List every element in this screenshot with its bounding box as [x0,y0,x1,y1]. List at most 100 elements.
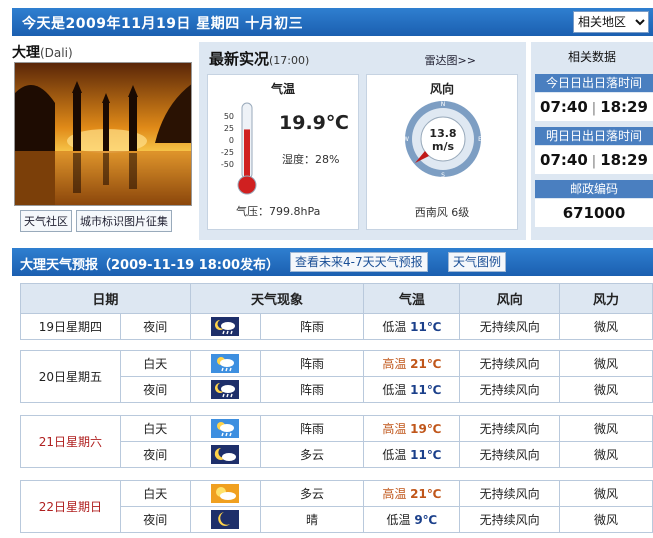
forecast-period: 夜间 [119,313,191,340]
related-data-panel: 相关数据 今日日出日落时间 07:40 | 18:29 明日日出日落时间 07:40… [531,42,653,240]
wind-caption: 风向 [429,82,454,96]
weather-icon-cell [189,415,261,442]
forecast-temp: 高温 21℃ [363,480,461,507]
city-name-cn: 大理 [12,45,40,61]
postcode-label: 邮政编码 [535,180,653,198]
forecast-header-bar: 大理天气预报（2009-11-19 18:00发布） 查看未来4-7天天气预报 … [12,248,653,276]
forecast-temp: 低温 11℃ [363,313,461,340]
weather-icon-cell [189,480,261,507]
table-row: 22日星期日 白天 多云 高温 21℃ 无持续风向 微风 [20,480,653,533]
radar-link[interactable]: 雷达图>> [425,52,476,68]
forecast-wind-dir: 无持续风向 [459,313,561,340]
table-row: 21日星期六 白天 阵雨 高温 19℃ 无持续风向 微风 [20,415,653,468]
forecast-wind-dir: 无持续风向 [459,480,561,507]
forecast-weather: 阵雨 [259,376,365,403]
night-cloudy-icon [211,445,240,464]
forecast-wind-force: 微风 [559,415,653,442]
tomorrow-sunset: 18:29 [600,151,648,169]
compass-south-label: S [441,172,445,179]
compass-north-label: N [441,101,446,108]
forecast-table-day4: 22日星期日 白天 多云 高温 21℃ 无持续风向 微风 夜间 晴 低温 9℃ … [20,480,653,533]
tomorrow-sun-times: 07:40 | 18:29 [535,146,653,174]
day-shower-icon [211,354,240,373]
tomorrow-sunrise: 07:40 [540,151,588,169]
wind-description: 西南风 6级 [414,206,470,219]
forecast-weather: 阵雨 [259,313,365,340]
postcode-value: 671000 [535,199,653,227]
current-humidity: 湿度：28% [282,153,340,166]
city-name-en: (Dali) [40,46,73,60]
weather-icon-cell [189,313,261,340]
photo-links: 天气社区 城市标识图片征集 [20,210,172,232]
col-date: 日期 [20,283,191,314]
compass-east-label: E [478,136,482,143]
table-row: 19日星期四 夜间 阵雨 低温 11℃ 无持续风向 微风 [20,313,653,340]
observation-time: (17:00) [269,54,310,67]
weather-icon-cell [189,441,261,468]
forecast-date: 20日星期五 [20,350,121,403]
time-separator: | [591,154,597,169]
thermo-tick-label: 0 [229,136,234,145]
wind-compass-icon: N S E W 13.8 m/s [403,101,482,179]
current-conditions-panel: 最新实况(17:00) 雷达图>> 气温 50 25 0 -25 -50 19.… [199,42,526,240]
thermometer-icon: 50 25 0 -25 -50 [221,102,257,195]
weather-icon-cell [189,376,261,403]
today-sun-label: 今日日出日落时间 [535,74,653,92]
forecast-weather: 阵雨 [259,415,365,442]
today-sun-times: 07:40 | 18:29 [535,93,653,121]
region-select[interactable]: 相关地区 [573,11,649,33]
forecast-table-day3: 21日星期六 白天 阵雨 高温 19℃ 无持续风向 微风 夜间 多云 低温 11… [20,415,653,468]
night-clear-icon [211,510,240,529]
weather-community-link[interactable]: 天气社区 [20,210,72,232]
forecast-wind-force: 微风 [559,506,653,533]
day-cloudy-icon [211,484,240,503]
wind-speed-value: 13.8 [429,127,456,140]
forecast-wind-force: 微风 [559,376,653,403]
table-row: 20日星期五 白天 阵雨 高温 21℃ 无持续风向 微风 [20,350,653,403]
temperature-box: 气温 50 25 0 -25 -50 19.9℃ 湿度：28% 气压：799.8… [207,74,359,230]
col-temp: 气温 [363,283,461,314]
city-photo-panel: 大理(Dali) 天气社区 城市标识图片征集 [12,42,194,240]
more-forecast-button[interactable]: 查看未来4-7天天气预报 [290,252,428,272]
city-landmark-photo[interactable] [14,62,192,206]
tomorrow-sun-label: 明日日出日落时间 [535,127,653,145]
forecast-table-day2: 20日星期五 白天 阵雨 高温 21℃ 无持续风向 微风 夜间 阵雨 低温 11… [20,350,653,403]
forecast-wind-force: 微风 [559,441,653,468]
city-photo-collection-link[interactable]: 城市标识图片征集 [76,210,172,232]
forecast-weather: 晴 [259,506,365,533]
current-title: 最新实况(17:00) [209,50,310,68]
forecast-temp: 低温 11℃ [363,376,461,403]
forecast-wind-dir: 无持续风向 [459,415,561,442]
night-shower-icon [211,380,240,399]
time-separator: | [591,101,597,116]
forecast-period: 白天 [119,480,191,507]
weather-icon-cell [189,506,261,533]
current-pressure: 气压：799.8hPa [236,205,321,218]
forecast-weather: 多云 [259,480,365,507]
forecast-wind-force: 微风 [559,350,653,377]
today-sunset: 18:29 [600,98,648,116]
forecast-wind-dir: 无持续风向 [459,376,561,403]
forecast-temp: 低温 9℃ [363,506,461,533]
night-shower-icon [211,317,240,336]
forecast-temp: 低温 11℃ [363,441,461,468]
forecast-temp: 高温 21℃ [363,350,461,377]
forecast-period: 夜间 [119,376,191,403]
col-wind-dir: 风向 [459,283,561,314]
forecast-period: 白天 [119,350,191,377]
forecast-table-head: 日期 天气现象 气温 风向 风力 19日星期四 夜间 阵雨 低温 11℃ 无持续… [20,283,653,340]
today-sunrise: 07:40 [540,98,588,116]
wind-speed-unit: m/s [432,140,454,153]
col-wind-force: 风力 [559,283,653,314]
table-header-row: 日期 天气现象 气温 风向 风力 [20,283,653,314]
city-name: 大理(Dali) [12,42,194,62]
forecast-temp: 高温 19℃ [363,415,461,442]
forecast-wind-dir: 无持续风向 [459,350,561,377]
thermo-tick-label: 50 [224,112,234,121]
thermo-tick-label: 25 [224,124,234,133]
forecast-weather: 多云 [259,441,365,468]
forecast-period: 夜间 [119,506,191,533]
forecast-date: 22日星期日 [20,480,121,533]
temperature-caption: 气温 [270,82,295,96]
weather-legend-button[interactable]: 天气图例 [448,252,507,272]
